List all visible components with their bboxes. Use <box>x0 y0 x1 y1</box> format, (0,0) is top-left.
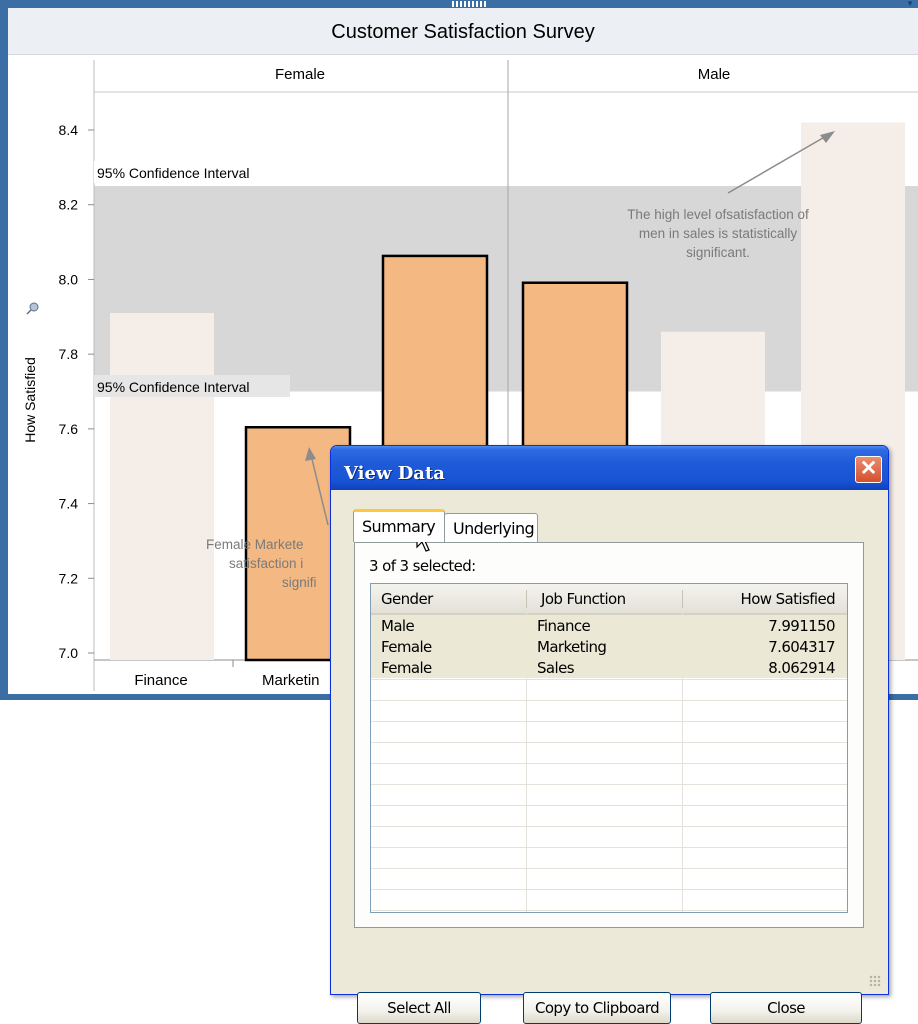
drag-grip-icon[interactable] <box>452 1 486 7</box>
y-tick-label: 7.8 <box>59 346 79 362</box>
annotation-female-line3: signifi <box>282 575 317 590</box>
data-table: Gender Job Function How Satisfied Male Fi… <box>370 583 848 913</box>
grid-row-line <box>371 742 847 743</box>
table-header: Gender Job Function How Satisfied <box>371 584 847 615</box>
grid-row-line <box>371 826 847 827</box>
grid-row-line <box>371 679 847 680</box>
cell-gender: Female <box>381 638 432 656</box>
cell-gender: Male <box>381 617 415 635</box>
window-top-border: ▼ <box>0 0 918 8</box>
grid-row-line <box>371 889 847 890</box>
dropdown-arrow-icon[interactable]: ▼ <box>906 0 914 8</box>
cell-job-function: Sales <box>537 659 575 677</box>
panel-header-female: Female <box>275 66 325 83</box>
table-row[interactable]: Female Sales 8.062914 <box>371 657 847 678</box>
dialog-title: View Data <box>344 463 445 484</box>
dialog-body: Summary Underlying 3 of 3 selected: Gend… <box>335 490 884 1024</box>
view-data-dialog: View Data ✕ Summary Underlying 3 of 3 se… <box>330 445 889 1024</box>
grid-row-line <box>371 784 847 785</box>
summary-panel: 3 of 3 selected: Gender Job Function How… <box>354 542 864 928</box>
grid-row-line <box>371 847 847 848</box>
tab-summary-label: Summary <box>362 517 436 536</box>
grid-row-line <box>371 763 847 764</box>
y-tick-label: 7.4 <box>59 496 79 512</box>
dialog-title-bar[interactable]: View Data ✕ <box>331 446 888 490</box>
ci-label-top: 95% Confidence Interval <box>97 165 250 181</box>
close-icon[interactable]: ✕ <box>855 456 882 483</box>
panel-header-male: Male <box>698 66 731 83</box>
pin-icon[interactable] <box>26 302 39 315</box>
annotation-male-line3: significant. <box>686 245 750 260</box>
grid-row-line <box>371 700 847 701</box>
ci-label-bottom: 95% Confidence Interval <box>97 379 250 395</box>
tab-summary[interactable]: Summary <box>353 509 445 542</box>
y-tick-label: 7.6 <box>59 421 79 437</box>
y-tick-label: 7.0 <box>59 645 79 661</box>
resize-grip-icon[interactable] <box>869 975 881 987</box>
select-all-button[interactable]: Select All <box>357 992 481 1024</box>
annotation-female-line2: satisfaction i <box>229 556 303 571</box>
x-label-marketing: Marketin <box>262 672 320 689</box>
selection-count: 3 of 3 selected: <box>369 557 476 575</box>
cell-how-satisfied: 8.062914 <box>768 659 835 677</box>
table-row[interactable]: Male Finance 7.991150 <box>371 615 847 636</box>
cell-how-satisfied: 7.991150 <box>768 617 835 635</box>
column-header-gender[interactable]: Gender <box>381 590 433 608</box>
annotation-female-line1: Female Markete <box>206 537 304 552</box>
bar-female-finance[interactable] <box>110 313 214 660</box>
column-separator[interactable] <box>682 590 683 608</box>
cell-how-satisfied: 7.604317 <box>768 638 835 656</box>
close-button[interactable]: Close <box>710 992 862 1024</box>
grid-row-line <box>371 805 847 806</box>
tab-underlying[interactable]: Underlying <box>444 513 538 542</box>
y-tick-label: 8.0 <box>59 271 79 287</box>
chart-title: Customer Satisfaction Survey <box>331 21 595 43</box>
annotation-male-line1: The high level ofsatisfaction of <box>627 207 809 222</box>
cell-job-function: Marketing <box>537 638 607 656</box>
y-tick-label: 7.2 <box>59 570 79 586</box>
y-tick-label: 8.4 <box>59 122 79 138</box>
annotation-male-line2: men in sales is statistically <box>639 226 798 241</box>
cell-job-function: Finance <box>537 617 591 635</box>
column-separator[interactable] <box>526 590 527 608</box>
tab-underlying-label: Underlying <box>453 519 535 538</box>
grid-row-line <box>371 868 847 869</box>
x-label-finance: Finance <box>134 672 187 689</box>
y-tick-label: 8.2 <box>59 197 79 213</box>
column-header-how-satisfied[interactable]: How Satisfied <box>741 590 836 608</box>
window-left-border <box>0 0 8 700</box>
cell-gender: Female <box>381 659 432 677</box>
column-header-job-function[interactable]: Job Function <box>541 590 626 608</box>
chart-title-bar: Customer Satisfaction Survey <box>8 8 918 55</box>
grid-row-line <box>371 910 847 911</box>
y-axis-label: How Satisfied <box>22 357 38 443</box>
grid-row-line <box>371 721 847 722</box>
copy-to-clipboard-button[interactable]: Copy to Clipboard <box>523 992 671 1024</box>
table-row[interactable]: Female Marketing 7.604317 <box>371 636 847 657</box>
